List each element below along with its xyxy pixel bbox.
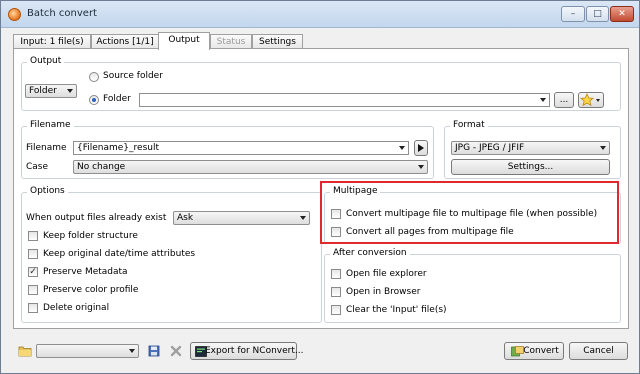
minimize-button[interactable]: – bbox=[561, 6, 585, 22]
delete-original-label: Delete original bbox=[43, 303, 110, 313]
chevron-down-icon bbox=[418, 165, 424, 169]
maximize-button[interactable]: □ bbox=[586, 6, 609, 22]
after-conversion-group-title: After conversion bbox=[330, 248, 410, 258]
chevron-down-icon bbox=[540, 98, 546, 102]
preserve-color-profile-label: Preserve color profile bbox=[43, 285, 139, 295]
filename-group-title: Filename bbox=[27, 120, 74, 130]
chevron-down-icon bbox=[67, 89, 73, 93]
output-mode-combo[interactable]: Folder bbox=[25, 84, 77, 98]
favorite-folders-button[interactable] bbox=[578, 92, 604, 108]
chevron-down-icon bbox=[600, 146, 606, 150]
keep-folder-structure-checkbox[interactable] bbox=[28, 231, 38, 241]
title-bar: Batch convert – □ ✕ bbox=[1, 1, 639, 28]
preserve-metadata-checkbox[interactable]: ✓ bbox=[28, 267, 38, 277]
case-combo[interactable]: No change bbox=[73, 160, 428, 174]
tab-actions[interactable]: Actions [1/1] bbox=[91, 34, 159, 49]
format-combo[interactable]: JPG - JPEG / JFIF bbox=[451, 141, 610, 155]
nconvert-icon bbox=[195, 346, 207, 357]
open-folder-icon[interactable] bbox=[18, 345, 32, 357]
clear-input-files-label: Clear the 'Input' file(s) bbox=[346, 305, 447, 315]
folder-radio[interactable] bbox=[89, 95, 99, 105]
filename-insert-button[interactable] bbox=[414, 140, 428, 156]
folder-path-combo[interactable] bbox=[139, 93, 550, 107]
existing-files-combo[interactable]: Ask bbox=[173, 211, 310, 225]
format-value: JPG - JPEG / JFIF bbox=[455, 143, 525, 153]
window-title: Batch convert bbox=[27, 8, 97, 19]
keep-date-time-label: Keep original date/time attributes bbox=[43, 249, 196, 259]
folder-label: Folder bbox=[103, 94, 131, 104]
open-file-explorer-checkbox[interactable] bbox=[331, 269, 341, 279]
convert-label: Convert bbox=[523, 346, 559, 356]
open-file-explorer-label: Open file explorer bbox=[346, 269, 427, 279]
tab-status: Status bbox=[210, 34, 252, 49]
case-label: Case bbox=[26, 162, 49, 172]
keep-date-time-checkbox[interactable] bbox=[28, 249, 38, 259]
star-icon bbox=[579, 93, 600, 107]
format-group-title: Format bbox=[450, 120, 488, 130]
delete-original-checkbox[interactable] bbox=[28, 303, 38, 313]
cancel-button[interactable]: Cancel bbox=[569, 342, 628, 360]
filename-group: Filename Filename {Filename}_result Case… bbox=[21, 120, 434, 179]
multipage-highlight bbox=[320, 181, 619, 244]
options-group: Options When output files already exist … bbox=[21, 186, 322, 323]
output-group-title: Output bbox=[27, 56, 65, 66]
chevron-down-icon bbox=[129, 349, 135, 353]
batch-convert-window: Batch convert – □ ✕ Input: 1 file(s) Act… bbox=[0, 0, 640, 374]
filename-label: Filename bbox=[26, 143, 67, 153]
tab-settings[interactable]: Settings bbox=[252, 34, 303, 49]
case-value: No change bbox=[77, 162, 126, 172]
format-settings-button[interactable]: Settings... bbox=[451, 159, 610, 175]
filename-pattern-value: {Filename}_result bbox=[77, 143, 159, 153]
after-conversion-group: After conversion Open file explorer Open… bbox=[324, 248, 621, 323]
open-in-browser-label: Open in Browser bbox=[346, 287, 421, 297]
preset-combo[interactable] bbox=[36, 344, 139, 358]
source-folder-radio[interactable] bbox=[89, 72, 99, 82]
app-icon bbox=[8, 8, 21, 21]
chevron-down-icon bbox=[300, 216, 306, 220]
tab-output[interactable]: Output bbox=[158, 32, 210, 50]
open-in-browser-checkbox[interactable] bbox=[331, 287, 341, 297]
tab-input[interactable]: Input: 1 file(s) bbox=[13, 34, 91, 49]
output-group: Output Folder Source folder Folder ... bbox=[21, 56, 621, 111]
preserve-metadata-label: Preserve Metadata bbox=[43, 267, 128, 277]
delete-preset-icon[interactable] bbox=[169, 345, 183, 357]
save-preset-icon[interactable] bbox=[147, 345, 161, 357]
preserve-color-profile-checkbox[interactable] bbox=[28, 285, 38, 295]
export-nconvert-label: Export for NConvert... bbox=[205, 346, 304, 356]
source-folder-label: Source folder bbox=[103, 71, 163, 81]
existing-files-label: When output files already exist bbox=[26, 213, 167, 223]
chevron-down-icon bbox=[399, 146, 405, 150]
browse-button[interactable]: ... bbox=[554, 92, 574, 108]
filename-pattern-combo[interactable]: {Filename}_result bbox=[73, 141, 409, 155]
existing-files-value: Ask bbox=[177, 213, 194, 223]
close-button[interactable]: ✕ bbox=[610, 6, 634, 22]
convert-button[interactable]: Convert bbox=[504, 342, 564, 360]
convert-icon bbox=[511, 346, 524, 357]
options-group-title: Options bbox=[27, 186, 68, 196]
play-icon bbox=[418, 144, 424, 152]
clear-input-files-checkbox[interactable] bbox=[331, 305, 341, 315]
output-mode-value: Folder bbox=[29, 86, 57, 96]
keep-folder-structure-label: Keep folder structure bbox=[43, 231, 138, 241]
export-nconvert-button[interactable]: Export for NConvert... bbox=[190, 342, 303, 360]
format-group: Format JPG - JPEG / JFIF Settings... bbox=[444, 120, 621, 179]
